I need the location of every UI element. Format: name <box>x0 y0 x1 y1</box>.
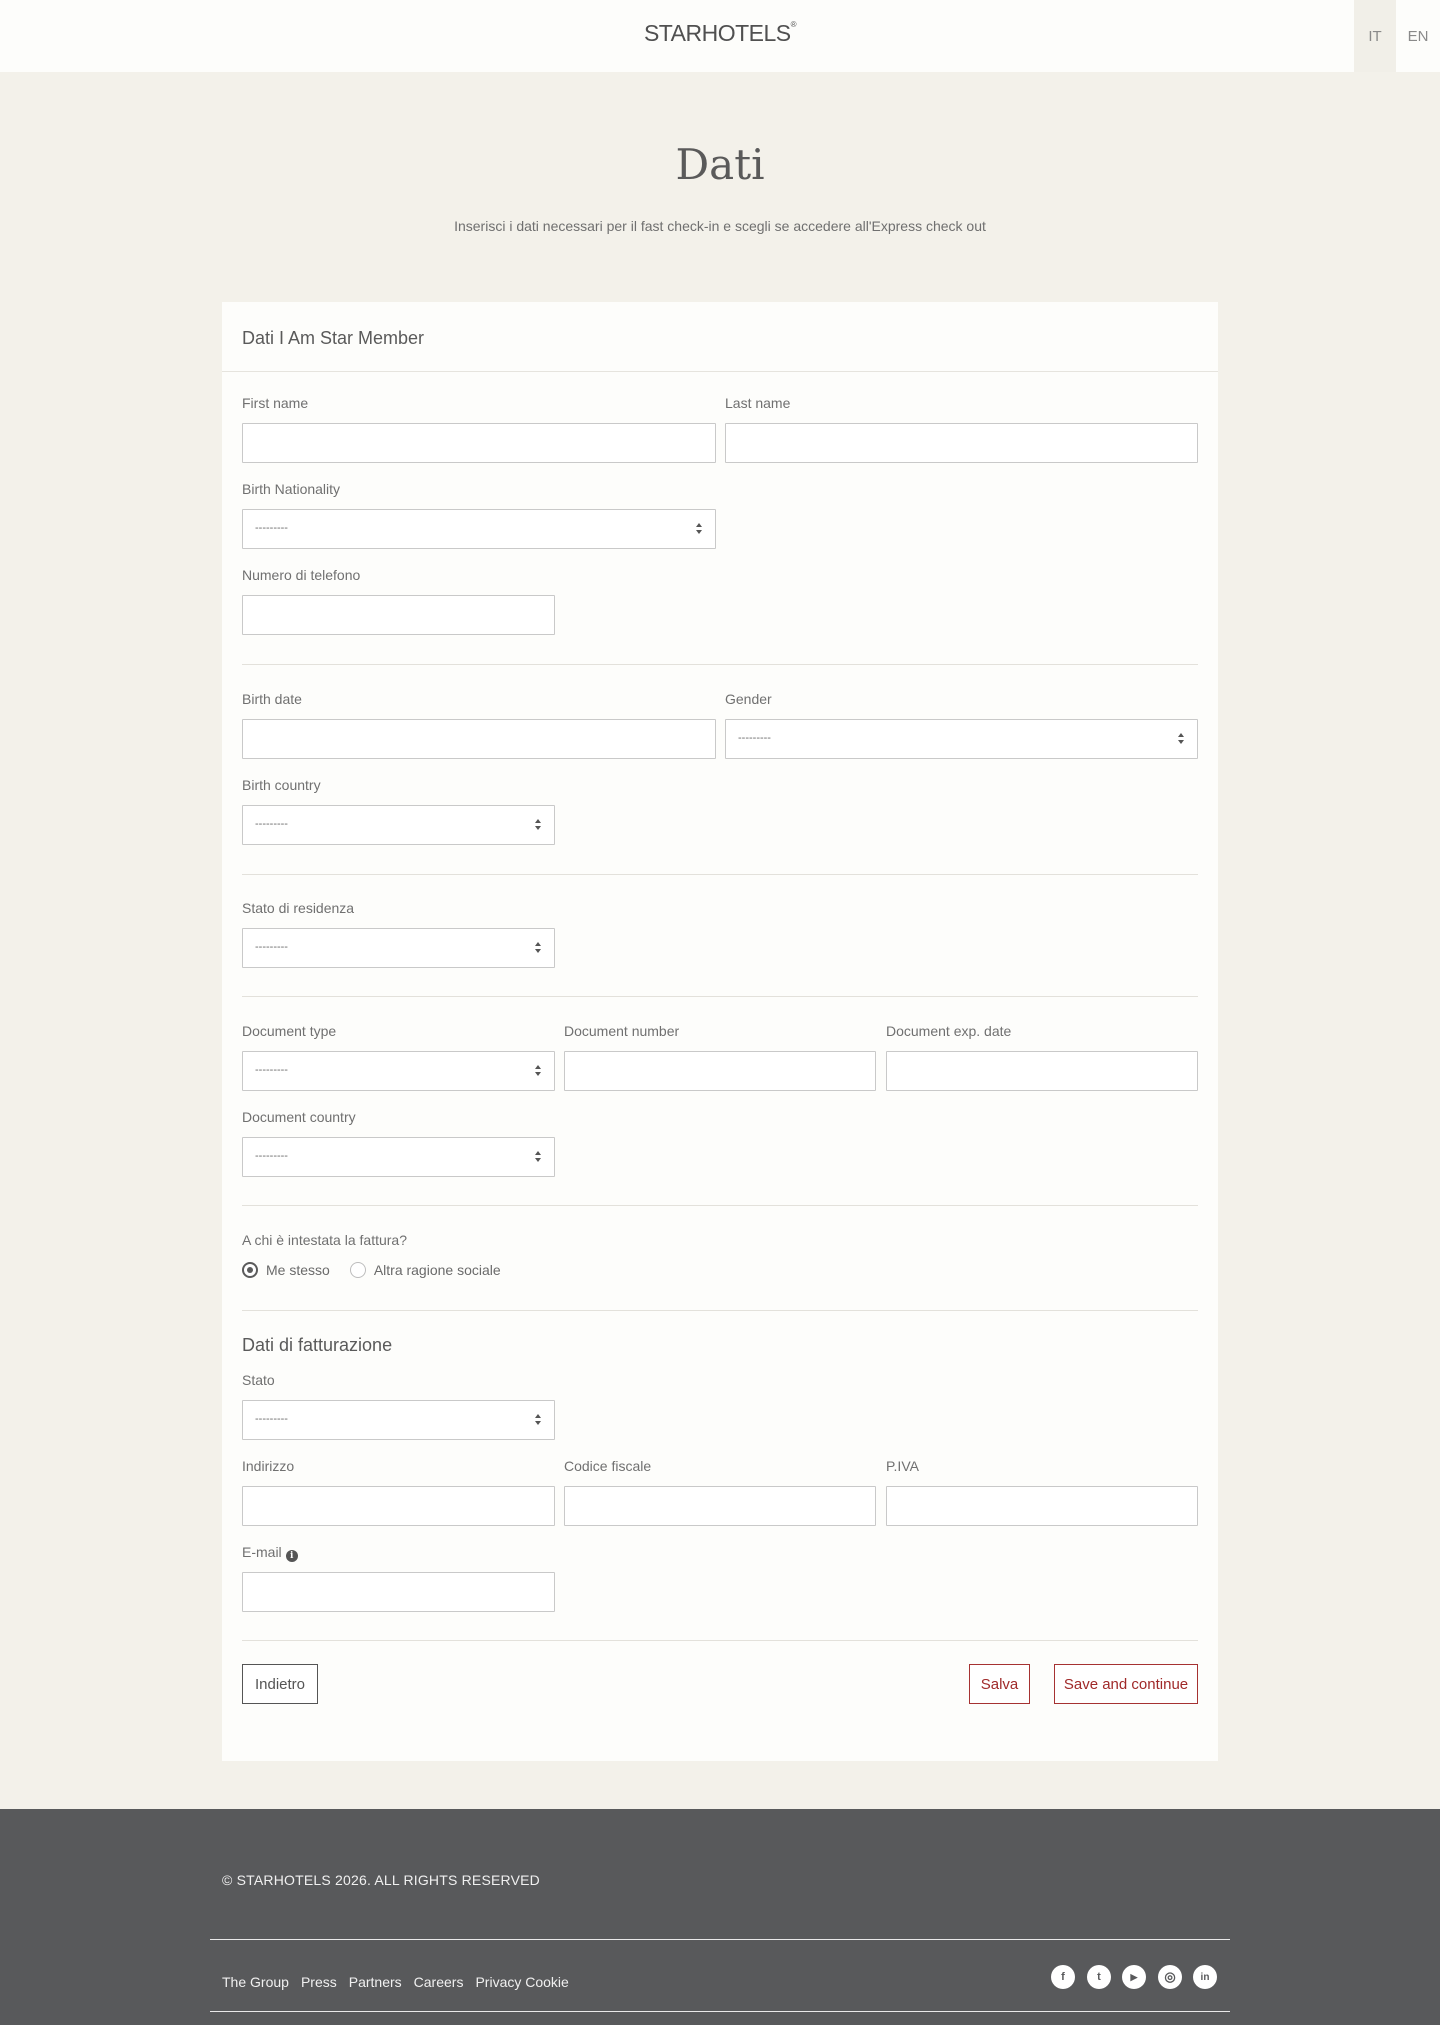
document-country-label: Document country <box>242 1109 356 1125</box>
site-header: STARHOTELS® IT EN <box>0 0 1440 72</box>
radio-altra-ragione-sociale-label[interactable]: Altra ragione sociale <box>374 1262 501 1278</box>
radio-altra-ragione-sociale[interactable] <box>349 1262 366 1278</box>
document-type-label: Document type <box>242 1023 337 1039</box>
divider <box>242 1205 1198 1206</box>
page-title: Dati <box>675 140 765 189</box>
select-arrows-icon <box>535 1414 542 1426</box>
language-it[interactable]: IT <box>1354 0 1396 72</box>
facebook-icon[interactable]: f <box>1051 1965 1075 1989</box>
youtube-icon[interactable]: ▶ <box>1122 1965 1146 1989</box>
page-subtitle: Inserisci i dati necessari per il fast c… <box>454 218 986 234</box>
footer-link-careers[interactable]: Careers <box>414 1974 464 1990</box>
linkedin-icon[interactable]: in <box>1193 1965 1217 1989</box>
document-number-input[interactable] <box>564 1051 876 1091</box>
save-and-continue-button[interactable]: Save and continue <box>1054 1664 1198 1704</box>
instagram-icon[interactable]: ◎ <box>1158 1965 1182 1989</box>
stato-select[interactable]: --------- <box>242 1400 555 1440</box>
billing-title: Dati di fatturazione <box>242 1335 393 1355</box>
document-exp-input[interactable] <box>886 1051 1198 1091</box>
footer-link-partners[interactable]: Partners <box>349 1974 402 1990</box>
gender-select[interactable]: --------- <box>725 719 1198 759</box>
footer-links: The Group Press Partners Careers Privacy… <box>222 1974 581 1990</box>
language-en[interactable]: EN <box>1396 0 1440 72</box>
birth-nationality-value: --------- <box>255 522 288 534</box>
email-label: E-mail <box>242 1544 282 1560</box>
divider <box>242 1640 1198 1641</box>
document-type-select[interactable]: --------- <box>242 1051 555 1091</box>
birth-country-label: Birth country <box>242 777 321 793</box>
twitter-icon[interactable]: t <box>1087 1965 1111 1989</box>
birth-date-input[interactable] <box>242 719 716 759</box>
email-input[interactable] <box>242 1572 555 1612</box>
logo-mark: ® <box>790 20 797 29</box>
select-arrows-icon <box>1178 733 1185 745</box>
save-button[interactable]: Salva <box>969 1664 1030 1704</box>
document-country-value: --------- <box>255 1150 288 1162</box>
divider <box>242 996 1198 997</box>
email-label-wrap: E-mail i <box>242 1544 298 1562</box>
select-arrows-icon <box>696 523 703 535</box>
footer-link-the-group[interactable]: The Group <box>222 1974 289 1990</box>
copyright-text: © STARHOTELS 2026. ALL RIGHTS RESERVED <box>222 1872 540 1888</box>
birth-country-select[interactable]: --------- <box>242 805 555 845</box>
footer-divider <box>210 2011 1230 2012</box>
vat-label: P.IVA <box>886 1458 919 1474</box>
divider <box>242 664 1198 665</box>
footer-link-privacy-cookie[interactable]: Privacy Cookie <box>475 1974 568 1990</box>
select-arrows-icon <box>535 819 542 831</box>
divider <box>242 1310 1198 1311</box>
phone-input[interactable] <box>242 595 555 635</box>
site-footer: © STARHOTELS 2026. ALL RIGHTS RESERVED T… <box>0 1809 1440 2025</box>
document-number-label: Document number <box>564 1023 680 1039</box>
footer-divider <box>210 1939 1230 1940</box>
form-card: Dati I Am Star Member First name Last na… <box>222 302 1218 1761</box>
document-type-value: --------- <box>255 1064 288 1076</box>
footer-link-press[interactable]: Press <box>301 1974 337 1990</box>
tax-code-input[interactable] <box>564 1486 876 1526</box>
last-name-input[interactable] <box>725 423 1198 463</box>
birth-nationality-select[interactable]: --------- <box>242 509 716 549</box>
first-name-input[interactable] <box>242 423 716 463</box>
card-heading: Dati I Am Star Member <box>222 302 1218 372</box>
gender-value: --------- <box>738 732 771 744</box>
radio-me-stesso[interactable] <box>242 1262 258 1278</box>
phone-label: Numero di telefono <box>242 567 361 583</box>
residence-label: Stato di residenza <box>242 900 355 916</box>
vat-input[interactable] <box>886 1486 1198 1526</box>
select-arrows-icon <box>535 1065 542 1077</box>
stato-label: Stato <box>242 1372 275 1388</box>
info-icon[interactable]: i <box>285 1550 298 1562</box>
invoice-question: A chi è intestata la fattura? <box>242 1232 407 1248</box>
gender-label: Gender <box>725 691 772 707</box>
birth-date-label: Birth date <box>242 691 302 707</box>
birth-nationality-label: Birth Nationality <box>242 481 341 497</box>
stato-value: --------- <box>255 1413 288 1425</box>
invoice-radio-group: Me stesso Altra ragione sociale <box>242 1262 501 1278</box>
address-input[interactable] <box>242 1486 555 1526</box>
starhotels-logo[interactable]: STARHOTELS® <box>0 20 1440 47</box>
document-exp-label: Document exp. date <box>886 1023 1012 1039</box>
residence-select[interactable]: --------- <box>242 928 555 968</box>
address-label: Indirizzo <box>242 1458 295 1474</box>
document-country-select[interactable]: --------- <box>242 1137 555 1177</box>
logo-text: STARHOTELS <box>643 20 791 46</box>
divider <box>242 874 1198 875</box>
birth-country-value: --------- <box>255 818 288 830</box>
select-arrows-icon <box>535 1151 542 1163</box>
select-arrows-icon <box>535 942 542 954</box>
first-name-label: First name <box>242 395 309 411</box>
residence-value: --------- <box>255 941 288 953</box>
last-name-label: Last name <box>725 395 791 411</box>
tax-code-label: Codice fiscale <box>564 1458 652 1474</box>
back-button[interactable]: Indietro <box>242 1664 318 1704</box>
radio-me-stesso-label[interactable]: Me stesso <box>266 1262 330 1278</box>
